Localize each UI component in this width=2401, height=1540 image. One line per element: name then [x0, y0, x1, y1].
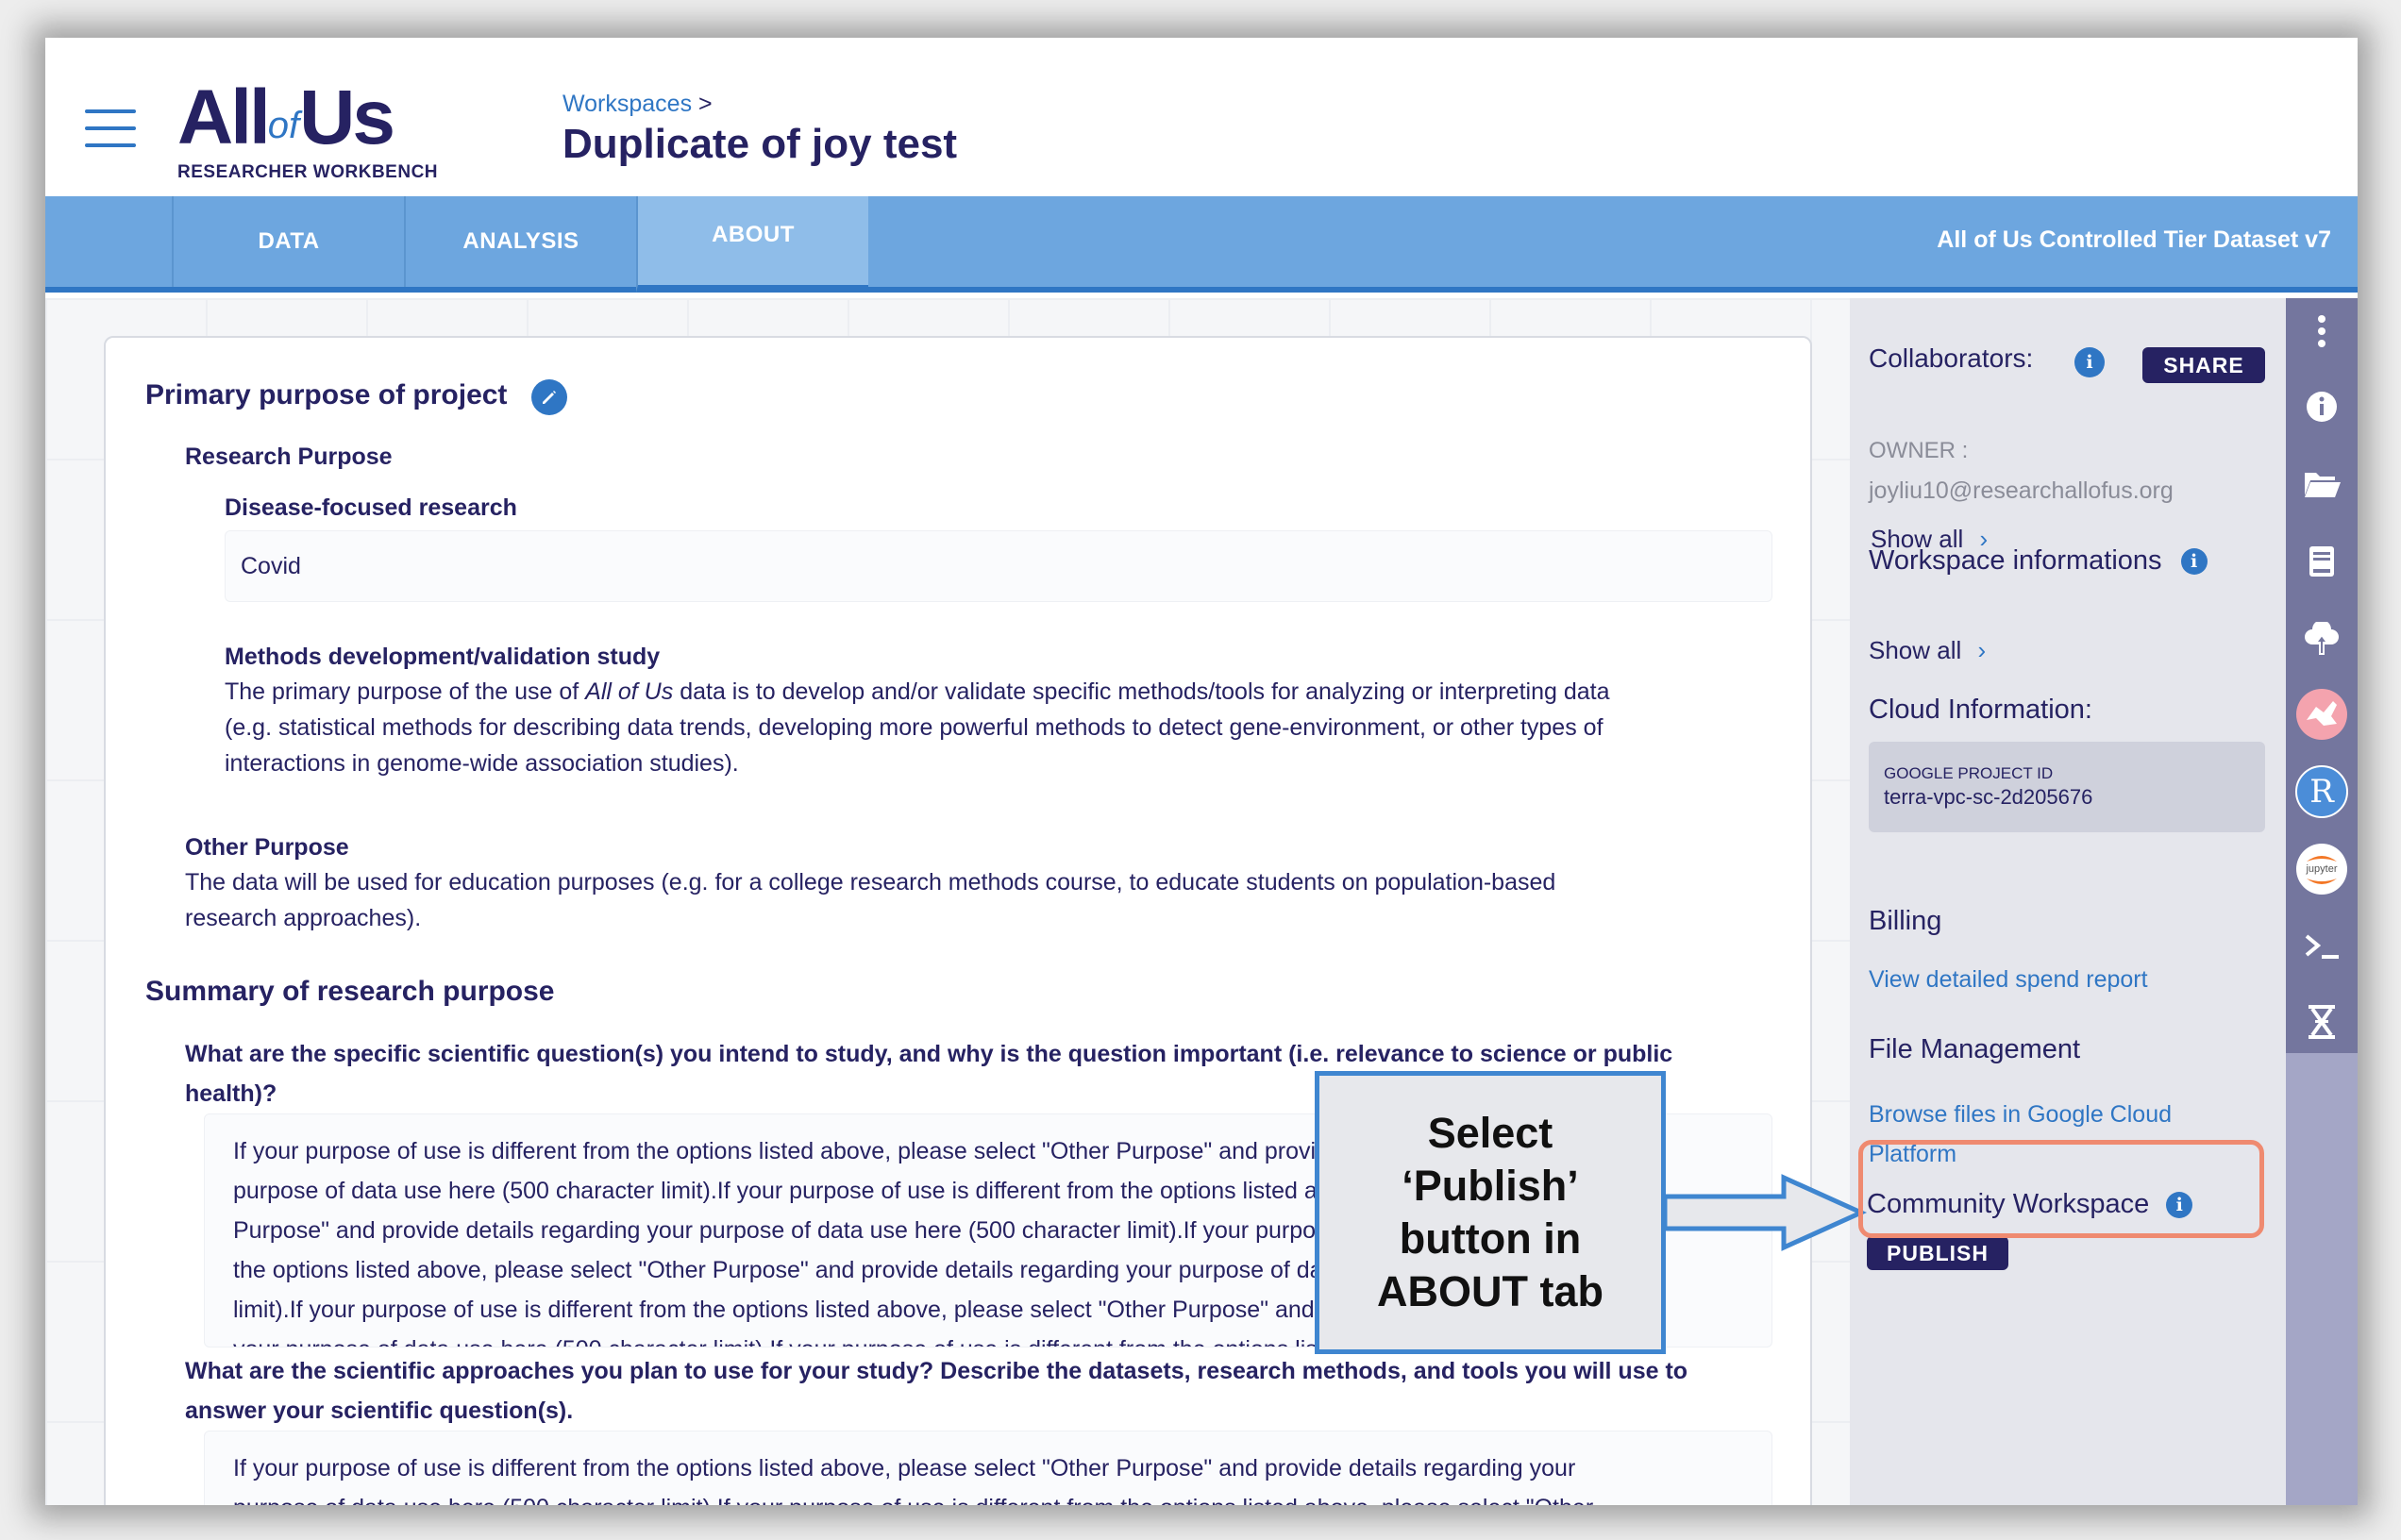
- logo-subtitle: RESEARCHER WORKBENCH: [177, 162, 439, 182]
- folder-open-icon[interactable]: [2286, 451, 2358, 517]
- galaxy-cromwell-icon[interactable]: [2286, 681, 2358, 747]
- info-icon[interactable]: i: [2180, 548, 2208, 576]
- tab-analysis[interactable]: ANALYSIS: [404, 196, 636, 287]
- file-management-heading: File Management: [1869, 1034, 2081, 1064]
- tab-data[interactable]: DATA: [172, 196, 404, 287]
- owner-email: joyliu10@researchallofus.org: [1869, 477, 2174, 504]
- annotation-callout: Select ‘Publish’ button in ABOUT tab: [1315, 1071, 1666, 1354]
- collaborators-label: Collaborators:: [1869, 343, 2034, 373]
- logo-text-all: All: [177, 75, 271, 160]
- dna-hourglass-icon[interactable]: [2286, 989, 2358, 1055]
- google-project-id: terra-vpc-sc-2d205676: [1884, 785, 2093, 809]
- share-button[interactable]: SHARE: [2142, 347, 2265, 383]
- r-label: R: [2309, 773, 2334, 811]
- workspace-info-text: Workspace informations: [1869, 545, 2162, 576]
- notebook-icon[interactable]: [2286, 528, 2358, 594]
- info-circle-icon[interactable]: [2286, 374, 2358, 440]
- tab-bar: DATA ANALYSIS ABOUT All of Us Controlled…: [45, 196, 2358, 293]
- app-header: AllofUs RESEARCHER WORKBENCH Workspaces …: [45, 38, 2358, 196]
- answer-2-line: purpose of data use here (500 character …: [233, 1488, 1593, 1505]
- annotation-line: ‘Publish’: [1402, 1162, 1579, 1210]
- billing-heading: Billing: [1869, 906, 1942, 936]
- answer-2-box[interactable]: If your purpose of use is different from…: [204, 1431, 1772, 1505]
- answer-2-line: If your purpose of use is different from…: [233, 1455, 1576, 1481]
- icon-rail: R jupyter: [2286, 298, 2358, 1505]
- annotation-line: Select: [1427, 1109, 1553, 1157]
- question-2-line-1: What are the scientific approaches you p…: [185, 1358, 1688, 1384]
- show-all-label: Show all: [1869, 636, 1962, 664]
- browse-files-line-1: Browse files in Google Cloud: [1869, 1101, 2172, 1128]
- primary-purpose-heading: Primary purpose of project: [145, 379, 508, 410]
- chevron-right-icon: ›: [1977, 636, 1987, 664]
- menu-icon[interactable]: [85, 109, 136, 147]
- other-purpose-heading: Other Purpose: [185, 834, 349, 861]
- publish-button[interactable]: PUBLISH: [1867, 1236, 2008, 1270]
- show-all-workspace-info-link[interactable]: Show all ›: [1869, 636, 1986, 665]
- publish-highlight: [1858, 1140, 2264, 1238]
- tab-about[interactable]: ABOUT: [636, 196, 868, 293]
- annotation-text: Select ‘Publish’ button in ABOUT tab: [1377, 1107, 1603, 1318]
- jupyter-icon[interactable]: jupyter: [2286, 836, 2358, 902]
- methods-description: The primary purpose of the use of All of…: [225, 674, 1791, 781]
- info-icon[interactable]: i: [2074, 347, 2105, 377]
- workspace-info-label: Workspace informations i: [1869, 545, 2208, 577]
- annotation-line: ABOUT tab: [1377, 1267, 1603, 1315]
- question-1-line-1: What are the specific scientific questio…: [185, 1041, 1673, 1067]
- spend-report-link[interactable]: View detailed spend report: [1869, 966, 2148, 994]
- methods-text-b: data is to develop and/or validate speci…: [673, 678, 1610, 705]
- app-logo[interactable]: AllofUs RESEARCHER WORKBENCH: [177, 79, 438, 183]
- research-purpose-heading: Research Purpose: [185, 444, 393, 470]
- answer-2-text: If your purpose of use is different from…: [233, 1448, 1593, 1505]
- other-text-b: research approaches).: [185, 905, 422, 931]
- methods-text-c: (e.g. statistical methods for describing…: [225, 714, 1603, 741]
- breadcrumb: Workspaces >: [562, 91, 713, 118]
- annotation-arrow-icon: [1662, 1174, 1868, 1251]
- annotation-line: button in: [1399, 1214, 1582, 1263]
- pencil-icon[interactable]: [531, 379, 567, 415]
- google-project-box: GOOGLE PROJECT ID terra-vpc-sc-2d205676: [1869, 742, 2265, 832]
- owner-label: OWNER :: [1869, 438, 1969, 463]
- dataset-version-label: All of Us Controlled Tier Dataset v7: [1937, 226, 2331, 253]
- app-window: AllofUs RESEARCHER WORKBENCH Workspaces …: [45, 38, 2358, 1505]
- jupyter-label: jupyter: [2306, 863, 2338, 875]
- methods-text-d: interactions in genome-wide association …: [225, 750, 739, 777]
- breadcrumb-workspaces-link[interactable]: Workspaces: [562, 91, 692, 117]
- question-2: What are the scientific approaches you p…: [185, 1351, 1780, 1431]
- more-vertical-icon[interactable]: [2286, 298, 2358, 364]
- breadcrumb-separator: >: [698, 91, 713, 117]
- question-2-line-2: answer your scientific question(s).: [185, 1398, 574, 1424]
- disease-value-box: Covid: [225, 530, 1772, 602]
- cloud-upload-icon[interactable]: [2286, 606, 2358, 672]
- other-purpose-description: The data will be used for education purp…: [185, 864, 1789, 936]
- methods-text-a: The primary purpose of the use of: [225, 678, 586, 705]
- r-studio-icon[interactable]: R: [2286, 759, 2358, 825]
- other-text-a: The data will be used for education purp…: [185, 869, 1556, 896]
- disease-focused-heading: Disease-focused research: [225, 494, 517, 521]
- logo-text-of: of: [267, 105, 300, 146]
- page-title: Duplicate of joy test: [562, 121, 958, 167]
- cloud-info-label: Cloud Information:: [1869, 695, 2092, 725]
- methods-text-em: All of Us: [585, 678, 674, 705]
- google-project-label: GOOGLE PROJECT ID: [1884, 764, 2054, 782]
- terminal-icon[interactable]: [2286, 913, 2358, 979]
- workspace-side-panel: Collaborators: i SHARE OWNER : joyliu10@…: [1850, 298, 2286, 1505]
- methods-heading: Methods development/validation study: [225, 644, 661, 670]
- disease-value: Covid: [241, 553, 301, 579]
- logo-text-us: Us: [299, 75, 395, 160]
- summary-heading: Summary of research purpose: [145, 976, 555, 1007]
